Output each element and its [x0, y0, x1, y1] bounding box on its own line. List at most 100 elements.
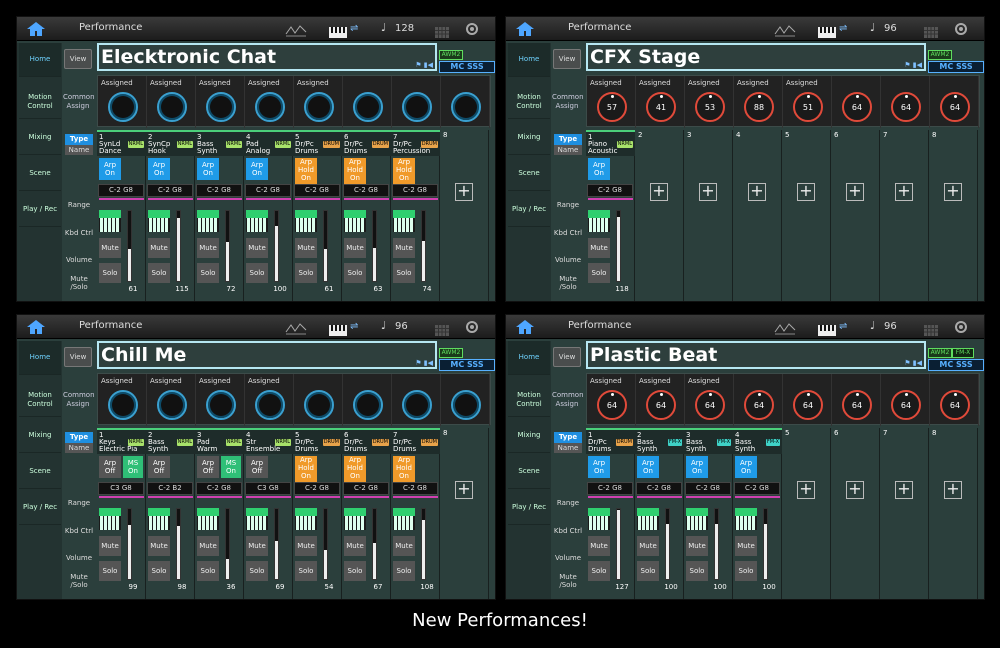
keyboard-control-icon[interactable] — [295, 508, 317, 530]
sidebar-item-play-rec[interactable]: Play / Rec — [19, 193, 61, 227]
assign-knob[interactable]: 64 — [940, 390, 970, 420]
arp-button[interactable]: Arp Off — [148, 456, 170, 478]
keyboard-control-icon[interactable] — [344, 210, 366, 232]
part-header[interactable]: 7 Dr/Pc Drums DRUM — [391, 428, 440, 454]
assign-knob[interactable] — [157, 390, 187, 420]
solo-button[interactable]: Solo — [393, 561, 415, 581]
sidebar-item-mixing[interactable]: Mixing — [19, 121, 61, 155]
arp-button[interactable]: Arp On — [246, 158, 268, 180]
solo-button[interactable]: Solo — [588, 263, 610, 283]
assign-knob[interactable] — [108, 92, 138, 122]
assign-knob[interactable]: 64 — [842, 390, 872, 420]
note-range[interactable]: C-2 G8 — [343, 482, 389, 495]
add-part-button[interactable]: + — [895, 183, 913, 201]
volume-fader[interactable] — [323, 508, 328, 580]
part-header[interactable]: 6 Dr/Pc Drums DRUM — [342, 428, 391, 454]
mute-button[interactable]: Mute — [197, 238, 219, 258]
part-header[interactable]: 1 Keys Electric Pia NRML — [97, 428, 146, 454]
assign-knob[interactable]: 64 — [891, 92, 921, 122]
arp-button[interactable]: Arp Off — [197, 456, 219, 478]
note-range[interactable]: C-2 G8 — [392, 184, 438, 197]
assign-knob[interactable]: 64 — [793, 390, 823, 420]
assign-knob[interactable] — [255, 92, 285, 122]
add-part-button[interactable]: + — [748, 183, 766, 201]
sidebar-item-motion-control[interactable]: Motion Control — [508, 85, 550, 119]
keyboard-control-icon[interactable] — [197, 508, 219, 530]
add-part-button[interactable]: + — [797, 183, 815, 201]
assign-knob[interactable] — [451, 390, 481, 420]
note-range[interactable]: C-2 G8 — [734, 482, 780, 495]
solo-button[interactable]: Solo — [686, 561, 708, 581]
note-range[interactable]: C-2 G8 — [98, 184, 144, 197]
tempo-value[interactable]: 96 — [395, 321, 408, 332]
keyboard-control-icon[interactable] — [148, 508, 170, 530]
solo-button[interactable]: Solo — [393, 263, 415, 283]
volume-fader[interactable] — [616, 210, 621, 282]
solo-button[interactable]: Solo — [735, 561, 757, 581]
mute-button[interactable]: Mute — [148, 238, 170, 258]
solo-button[interactable]: Solo — [148, 263, 170, 283]
view-button[interactable]: View — [64, 49, 92, 69]
sidebar-item-home[interactable]: Home — [19, 341, 61, 375]
note-range[interactable]: C-2 G8 — [196, 184, 242, 197]
tempo-value[interactable]: 128 — [395, 23, 414, 34]
mute-button[interactable]: Mute — [246, 536, 268, 556]
home-icon[interactable] — [514, 319, 536, 335]
assign-knob[interactable] — [353, 92, 383, 122]
part-header[interactable]: 2 Bass Synth NRML — [146, 428, 195, 454]
tempo-value[interactable]: 96 — [884, 321, 897, 332]
assign-knob[interactable] — [206, 390, 236, 420]
add-part-button[interactable]: + — [944, 183, 962, 201]
assign-knob[interactable] — [451, 92, 481, 122]
assign-knob[interactable] — [157, 92, 187, 122]
mute-button[interactable]: Mute — [393, 238, 415, 258]
add-part-button[interactable]: + — [650, 183, 668, 201]
mute-button[interactable]: Mute — [686, 536, 708, 556]
performance-name-field[interactable]: Elecktronic Chat ⚑ ▮◀ — [97, 43, 437, 71]
keyboard-control-icon[interactable] — [197, 210, 219, 232]
note-range[interactable]: C-2 G8 — [587, 184, 633, 197]
volume-fader[interactable] — [665, 508, 670, 580]
performance-name-field[interactable]: CFX Stage ⚑ ▮◀ — [586, 43, 926, 71]
sidebar-item-motion-control[interactable]: Motion Control — [19, 85, 61, 119]
mute-button[interactable]: Mute — [393, 536, 415, 556]
mute-button[interactable]: Mute — [588, 238, 610, 258]
view-button[interactable]: View — [553, 49, 581, 69]
sidebar-item-scene[interactable]: Scene — [19, 157, 61, 191]
grid-icon[interactable] — [924, 23, 938, 38]
mute-button[interactable]: Mute — [588, 536, 610, 556]
type-button[interactable]: Type — [554, 134, 582, 145]
view-button[interactable]: View — [64, 347, 92, 367]
add-part-button[interactable]: + — [944, 481, 962, 499]
volume-fader[interactable] — [274, 210, 279, 282]
volume-fader[interactable] — [225, 508, 230, 580]
add-part-button[interactable]: + — [455, 183, 473, 201]
volume-fader[interactable] — [421, 210, 426, 282]
keyboard-control-icon[interactable] — [686, 508, 708, 530]
volume-fader[interactable] — [176, 210, 181, 282]
note-range[interactable]: C-2 B2 — [147, 482, 193, 495]
note-range[interactable]: C3 G8 — [98, 482, 144, 495]
assign-knob[interactable]: 64 — [891, 390, 921, 420]
mute-button[interactable]: Mute — [148, 536, 170, 556]
add-part-button[interactable]: + — [699, 183, 717, 201]
solo-button[interactable]: Solo — [197, 263, 219, 283]
mute-button[interactable]: Mute — [637, 536, 659, 556]
sidebar-item-mixing[interactable]: Mixing — [19, 419, 61, 453]
volume-fader[interactable] — [763, 508, 768, 580]
home-icon[interactable] — [25, 319, 47, 335]
type-button[interactable]: Type — [554, 432, 582, 443]
gear-icon[interactable] — [465, 21, 479, 35]
mute-button[interactable]: Mute — [295, 536, 317, 556]
home-icon[interactable] — [514, 21, 536, 37]
keyboard-control-icon[interactable] — [246, 210, 268, 232]
part-header[interactable]: 3 Bass Synth NRML — [195, 130, 244, 156]
grid-icon[interactable] — [924, 321, 938, 336]
sidebar-item-motion-control[interactable]: Motion Control — [19, 383, 61, 417]
gear-icon[interactable] — [954, 21, 968, 35]
volume-fader[interactable] — [176, 508, 181, 580]
assign-knob[interactable] — [353, 390, 383, 420]
keyboard-control-icon[interactable] — [588, 508, 610, 530]
gear-icon[interactable] — [954, 319, 968, 333]
sidebar-item-home[interactable]: Home — [508, 43, 550, 77]
